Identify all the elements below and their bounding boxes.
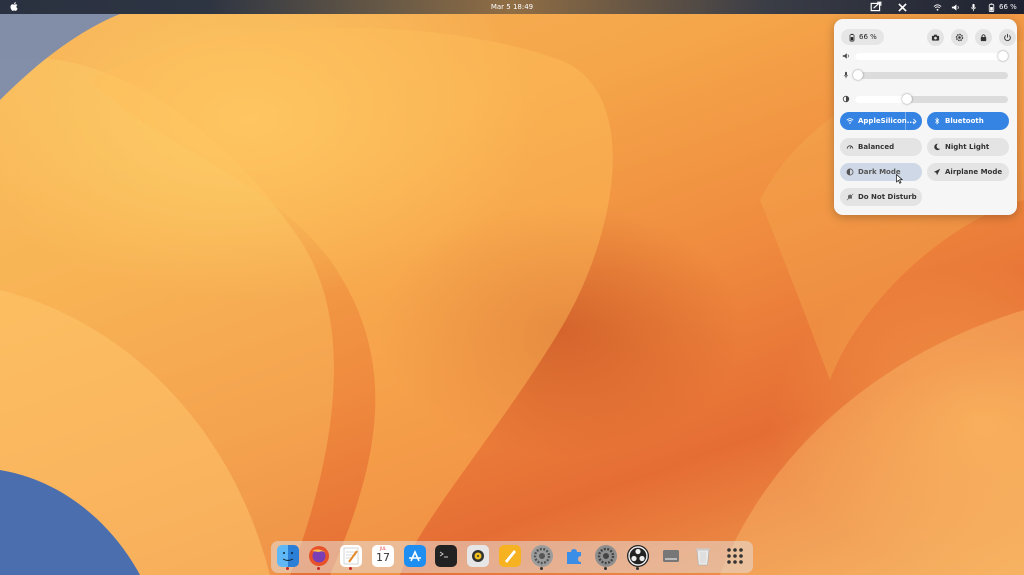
night-light-toggle[interactable]: Night Light xyxy=(927,138,1009,156)
calendar-app[interactable]: JUL 17 xyxy=(372,545,394,567)
system-preferences-running-indicator xyxy=(540,567,543,570)
firefox-icon xyxy=(309,546,329,566)
battery-icon[interactable]: 66 % xyxy=(987,2,1017,12)
bluetooth-label: Bluetooth xyxy=(945,117,984,125)
microphone-icon[interactable] xyxy=(969,3,978,12)
close-icon[interactable] xyxy=(898,2,907,12)
brightness-slider-fill xyxy=(855,96,908,103)
quick-settings-header: 66 % xyxy=(841,29,1016,46)
airplane-icon xyxy=(933,168,941,176)
microphone-icon xyxy=(843,71,849,79)
obs-running-indicator xyxy=(636,567,639,570)
volume-slider[interactable] xyxy=(855,51,1009,61)
system-preferences-app[interactable] xyxy=(531,545,553,570)
pages-app[interactable] xyxy=(499,545,521,567)
brightness-slider-thumb[interactable] xyxy=(902,94,913,104)
screenshot-icon[interactable] xyxy=(870,1,882,13)
speaker-icon xyxy=(472,550,484,562)
wifi-expand-button[interactable] xyxy=(905,112,922,130)
brightness-icon xyxy=(842,95,850,103)
brightness-slider-row xyxy=(842,93,1008,105)
mouse-cursor xyxy=(896,174,903,184)
finder-running-indicator xyxy=(286,567,289,570)
screenshot-button[interactable] xyxy=(927,29,944,46)
app-store-icon xyxy=(409,550,421,562)
power-icon xyxy=(1004,33,1011,42)
night-light-label: Night Light xyxy=(945,143,990,151)
rhythmbox-app[interactable] xyxy=(467,545,489,567)
terminal-icon xyxy=(439,551,448,558)
battery-label: 66 % xyxy=(859,33,877,41)
wifi-toggle[interactable]: AppleSilicon... xyxy=(840,112,922,130)
wifi-icon[interactable] xyxy=(933,3,942,12)
dock: JUL 17 xyxy=(271,541,753,573)
drive-icon xyxy=(663,550,679,562)
puzzle-icon xyxy=(567,549,581,564)
battery-percentage: 66 % xyxy=(999,3,1017,11)
app-store-app[interactable] xyxy=(404,545,426,567)
do-not-disturb-label: Do Not Disturb xyxy=(858,193,917,201)
volume-icon xyxy=(842,53,849,59)
calendar-day: 17 xyxy=(376,551,390,564)
text-editor-icon xyxy=(343,547,359,565)
finder-app[interactable] xyxy=(277,545,299,570)
volume-icon[interactable] xyxy=(951,3,960,12)
wifi-icon xyxy=(846,118,854,124)
finder-icon xyxy=(282,552,294,561)
firefox-app[interactable] xyxy=(308,545,330,570)
microphone-slider-row xyxy=(842,69,1008,81)
trash-icon xyxy=(696,548,710,566)
microphone-slider-thumb[interactable] xyxy=(853,70,864,80)
bluetooth-toggle[interactable]: Bluetooth xyxy=(927,112,1009,130)
bluetooth-icon xyxy=(935,117,940,125)
terminal-app[interactable] xyxy=(435,545,457,567)
show-applications-button[interactable] xyxy=(724,545,746,567)
extensions-app[interactable] xyxy=(563,545,585,567)
dark-mode-toggle[interactable]: Dark Mode xyxy=(840,163,922,181)
power-mode-toggle[interactable]: Balanced xyxy=(840,138,922,156)
gear-icon xyxy=(955,33,964,42)
text-editor-running-indicator xyxy=(349,567,352,570)
battery-icon xyxy=(849,33,855,41)
volume-slider-fill xyxy=(855,53,1004,60)
disks-app[interactable] xyxy=(660,545,682,567)
obs-icon xyxy=(628,546,648,566)
do-not-disturb-toggle[interactable]: Do Not Disturb xyxy=(840,188,922,206)
dark-mode-label: Dark Mode xyxy=(858,168,901,176)
balanced-icon xyxy=(846,145,854,149)
lock-button[interactable] xyxy=(975,29,992,46)
text-editor-app[interactable] xyxy=(340,545,362,570)
volume-slider-row xyxy=(842,50,1009,62)
settings-app[interactable] xyxy=(595,545,617,570)
dark-mode-icon xyxy=(846,168,854,176)
microphone-slider[interactable] xyxy=(853,70,1008,80)
chevron-right-icon xyxy=(912,118,917,124)
power-mode-label: Balanced xyxy=(858,143,895,151)
camera-icon xyxy=(931,34,940,41)
brightness-slider[interactable] xyxy=(855,94,1008,104)
airplane-mode-toggle[interactable]: Airplane Mode xyxy=(927,163,1009,181)
bell-icon xyxy=(846,193,854,201)
settings-running-indicator xyxy=(604,567,607,570)
gear-icon xyxy=(533,547,551,565)
power-button[interactable] xyxy=(999,29,1016,46)
moon-icon xyxy=(934,143,941,151)
top-bar: Mar 5 18:49 66 % xyxy=(0,0,1024,14)
obs-app[interactable] xyxy=(627,545,649,570)
pencil-icon xyxy=(505,550,516,563)
gear-icon xyxy=(597,547,615,565)
lock-icon xyxy=(980,34,987,42)
airplane-mode-label: Airplane Mode xyxy=(945,168,1003,176)
trash-app[interactable] xyxy=(692,545,714,567)
battery-status-button[interactable]: 66 % xyxy=(841,29,884,45)
settings-button[interactable] xyxy=(951,29,968,46)
firefox-running-indicator xyxy=(317,567,320,570)
app-grid-icon xyxy=(727,548,743,564)
volume-slider-thumb[interactable] xyxy=(998,51,1009,61)
tray-left xyxy=(870,0,907,14)
quick-settings-panel: 66 % AppleSilicon... Bluetooth Balanced … xyxy=(834,19,1017,215)
system-tray[interactable]: 66 % xyxy=(924,0,1017,14)
